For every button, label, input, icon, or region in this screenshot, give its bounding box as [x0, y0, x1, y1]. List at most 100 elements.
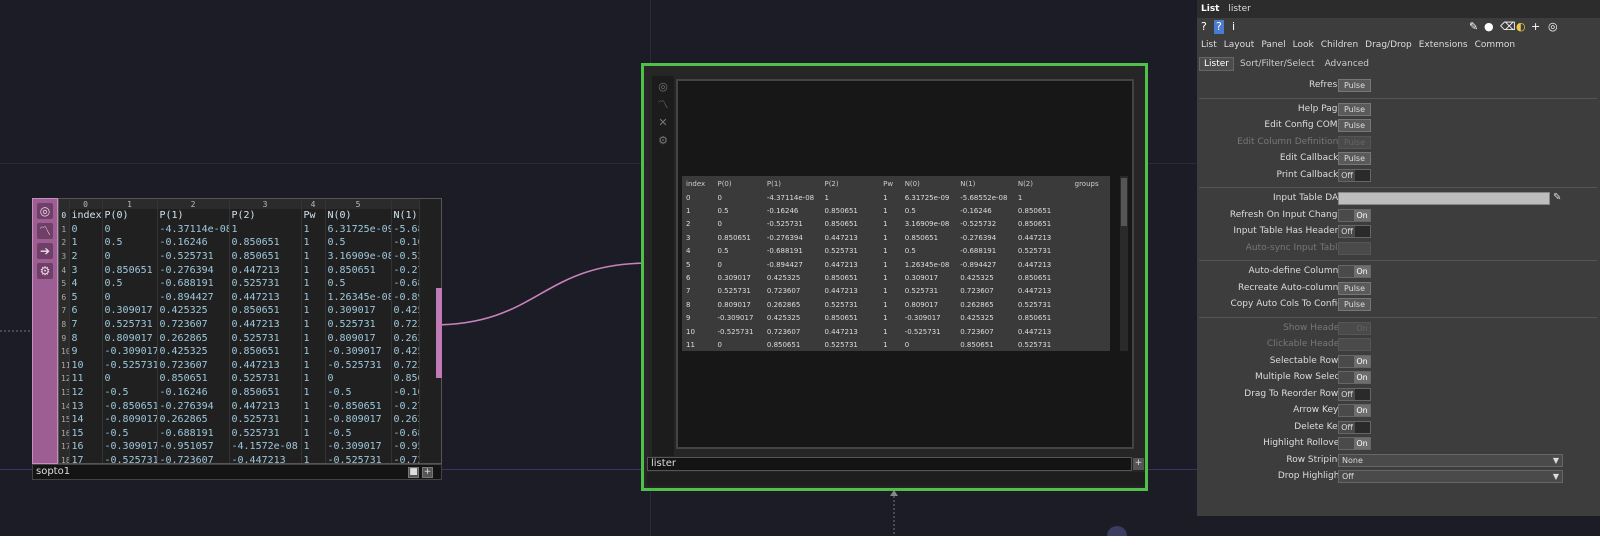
column-index-cell[interactable]: 4 — [301, 199, 326, 209]
edit-callbacks-button[interactable]: Pulse — [1338, 152, 1371, 165]
table-cell[interactable]: 1 — [301, 331, 326, 345]
drop-highlight-select[interactable]: Off ▼ — [1338, 470, 1563, 483]
lister-row[interactable]: 8 0.809017 0.262865 0.525731 1 0.809017 0.2628… — [682, 298, 1110, 311]
table-cell[interactable]: 12 — [69, 385, 103, 400]
tab-panel[interactable]: Panel — [1261, 40, 1285, 50]
activity-icon[interactable]: 〽 — [37, 223, 53, 239]
tab-children[interactable]: Children — [1321, 40, 1358, 50]
erase-icon[interactable]: ⌫ — [1500, 20, 1516, 34]
table-cell[interactable]: 0.723607 — [157, 317, 230, 332]
info-icon[interactable]: i — [1232, 20, 1235, 34]
column-index-cell[interactable]: 0 — [69, 199, 103, 209]
table-cell[interactable]: -0.16246 — [157, 236, 230, 250]
column-index-cell[interactable]: 5 — [325, 199, 392, 209]
table-cell[interactable]: 0.723 — [391, 317, 420, 332]
table-cell[interactable]: -0.309017 — [325, 440, 392, 454]
table-cell[interactable]: 1 — [301, 222, 326, 237]
table-cell[interactable]: 5 — [69, 290, 103, 305]
lister-header-cell[interactable]: index — [682, 176, 713, 191]
table-cell[interactable]: -0.5 — [102, 426, 158, 441]
table-cell[interactable]: 0.850651 — [229, 344, 302, 359]
table-cell[interactable]: 0.525731 — [102, 317, 158, 332]
table-cell[interactable]: -0.525731 — [102, 358, 158, 373]
table-cell[interactable]: 1 — [301, 236, 326, 250]
table-cell[interactable]: -0.276394 — [157, 263, 230, 277]
scrollbar-thumb[interactable] — [1121, 178, 1127, 226]
table-cell[interactable]: 8 — [69, 331, 103, 345]
lister-header-cell[interactable]: P(2) — [820, 176, 879, 191]
help-icon[interactable]: ? — [1201, 20, 1207, 34]
help-page-button[interactable]: Pulse — [1338, 102, 1371, 116]
table-cell[interactable]: -0.27 — [391, 399, 420, 413]
lister-row[interactable]: 9 -0.309017 0.425325 0.850651 1 -0.309017 0.42… — [682, 312, 1110, 325]
drag-to-reorder-rows-toggle[interactable]: Off — [1338, 387, 1371, 401]
lister-header-cell[interactable]: N(1) — [956, 176, 1014, 191]
arrow-keys-toggle[interactable]: On — [1338, 404, 1371, 417]
table-cell[interactable]: 4 — [69, 276, 103, 291]
table-cell[interactable]: 0 — [102, 249, 158, 264]
table-cell[interactable]: index — [69, 209, 103, 223]
wrench-icon[interactable]: ⚙ — [37, 263, 53, 279]
table-cell[interactable]: 1 — [301, 276, 326, 291]
table-cell[interactable]: -0.16246 — [157, 385, 230, 400]
copy-auto-cols-to-config-button[interactable]: Pulse — [1338, 298, 1371, 311]
target-icon[interactable]: ◎ — [37, 203, 53, 219]
table-cell[interactable]: 9 — [69, 344, 103, 359]
tab-common[interactable]: Common — [1475, 40, 1516, 50]
table-cell[interactable]: 0 — [102, 222, 158, 237]
table-cell[interactable]: 0.850 — [391, 372, 420, 386]
lister-header-cell[interactable]: P(0) — [713, 176, 762, 191]
table-cell[interactable]: 16 — [69, 440, 103, 454]
table-cell[interactable]: 0.809017 — [325, 331, 392, 345]
table-cell[interactable]: 0.850651 — [325, 263, 392, 277]
viewer-toggle-icon[interactable]: ■ — [408, 467, 419, 478]
table-cell[interactable]: 1 — [229, 222, 302, 237]
table-cell[interactable]: -0.16 — [391, 385, 420, 400]
table-cell[interactable]: 0.262865 — [157, 331, 230, 345]
table-cell[interactable]: 3.16909e-08 — [325, 249, 392, 264]
recreate-auto-columns-button[interactable]: Pulse — [1338, 281, 1371, 295]
sopto1-node[interactable]: ◎ 〽 ➔ ⚙ 0 1 2 3 4 5 0 index P(0) P(1) P(2) Pw N(0) N(… — [32, 198, 442, 480]
column-index-cell[interactable] — [391, 199, 420, 209]
refresh-button[interactable]: Pulse — [1338, 79, 1371, 92]
table-cell[interactable]: 0.425 — [391, 304, 420, 318]
table-cell[interactable]: 1 — [301, 440, 326, 454]
table-cell[interactable]: 0.262 — [391, 412, 420, 427]
table-cell[interactable]: -0.95 — [391, 440, 420, 454]
table-cell[interactable]: 13 — [69, 399, 103, 413]
table-cell[interactable]: -5.68 — [391, 222, 420, 237]
table-cell[interactable]: -0.89 — [391, 290, 420, 305]
table-cell[interactable]: 1 — [301, 344, 326, 359]
table-cell[interactable]: -0.72 — [391, 453, 420, 463]
gear-icon[interactable]: ◎ — [1548, 20, 1558, 34]
lister-scrollbar[interactable] — [1120, 176, 1128, 351]
table-cell[interactable]: 1 — [301, 453, 326, 463]
table-cell[interactable]: 3 — [69, 263, 103, 277]
table-cell[interactable]: 1.26345e-08 — [325, 290, 392, 305]
table-cell[interactable]: P(2) — [229, 209, 302, 223]
node-footer[interactable]: lister — [647, 457, 1132, 471]
table-cell[interactable]: -0.5 — [325, 426, 392, 441]
table-cell[interactable]: 0.525731 — [229, 331, 302, 345]
table-cell[interactable]: 0.309017 — [102, 304, 158, 318]
table-cell[interactable]: -0.447213 — [229, 453, 302, 463]
tab-dragdrop[interactable]: Drag/Drop — [1365, 40, 1412, 50]
lister-header-cell[interactable]: Pw — [879, 176, 901, 191]
table-cell[interactable]: -0.809017 — [102, 412, 158, 427]
table-cell[interactable]: 1 — [301, 263, 326, 277]
table-cell[interactable]: -0.688191 — [157, 276, 230, 291]
table-cell[interactable]: 0 — [325, 372, 392, 386]
table-cell[interactable]: -0.68 — [391, 426, 420, 441]
lister-header-cell[interactable]: N(2) — [1014, 176, 1071, 191]
refresh-on-input-change-toggle[interactable]: On — [1338, 208, 1371, 222]
comment-icon[interactable]: ● — [1484, 20, 1494, 34]
close-icon[interactable]: ✕ — [656, 116, 670, 130]
table-cell[interactable]: P(0) — [102, 209, 158, 223]
table-cell[interactable]: 2 — [69, 249, 103, 264]
table-cell[interactable]: 0.309017 — [325, 304, 392, 318]
column-index-cell[interactable]: 2 — [157, 199, 230, 209]
python-help-icon[interactable]: ? — [1214, 20, 1224, 34]
table-cell[interactable]: -0.27 — [391, 263, 420, 277]
table-cell[interactable]: 0.723607 — [157, 358, 230, 373]
pencil-icon[interactable]: ✎ — [1469, 20, 1478, 34]
